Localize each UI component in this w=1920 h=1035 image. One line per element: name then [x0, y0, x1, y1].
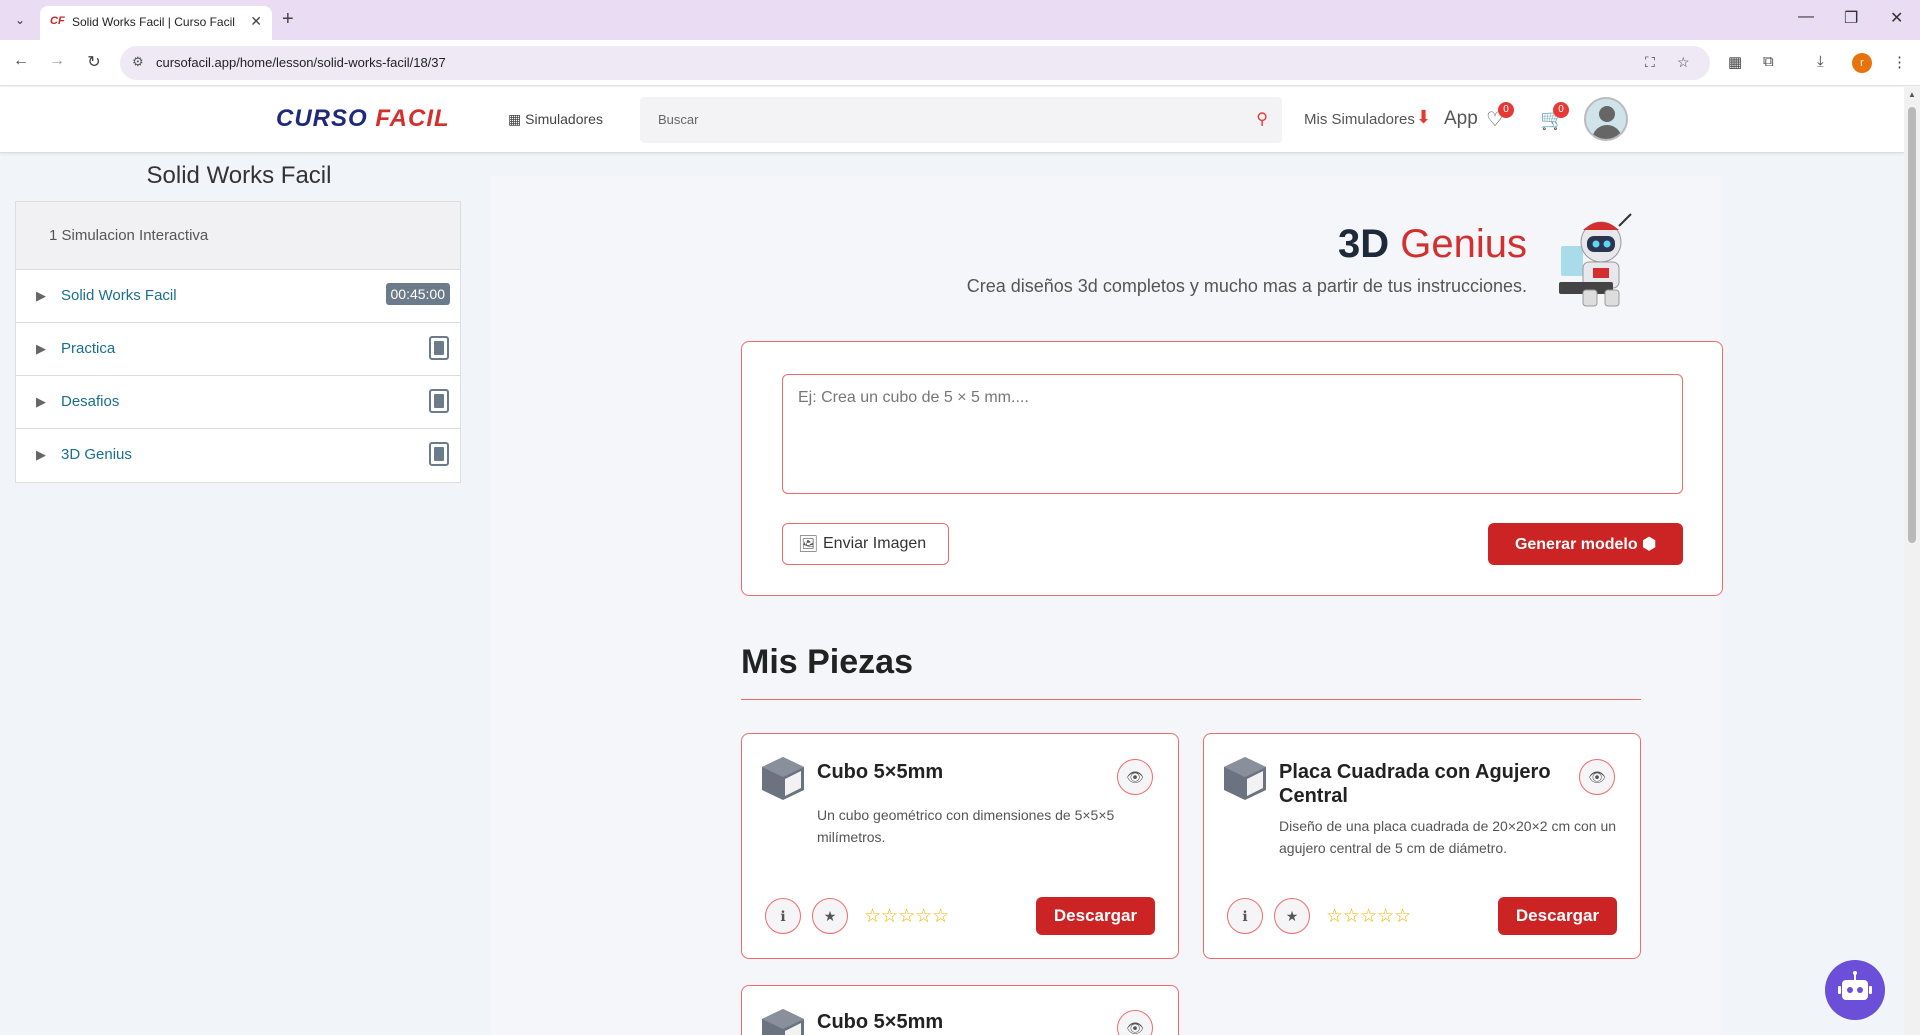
download-button[interactable]: Descargar: [1036, 897, 1155, 935]
search-placeholder: Buscar: [658, 112, 699, 127]
site-logo[interactable]: CURSO FACIL: [276, 105, 450, 133]
site-header: CURSO FACIL ▦ Simuladores Buscar ⚲ Mis S…: [0, 87, 1904, 153]
info-icon[interactable]: ℹ: [1227, 898, 1263, 934]
prompt-textarea[interactable]: [782, 374, 1683, 494]
simuladores-link[interactable]: ▦ Simuladores: [508, 111, 603, 128]
grid-icon: ▦: [508, 111, 526, 127]
sidebar-item-practica[interactable]: ▶ Practica: [16, 323, 460, 376]
chatbot-button[interactable]: [1825, 960, 1885, 1020]
site-info-icon[interactable]: ⚙: [132, 54, 144, 70]
rating-stars[interactable]: ☆☆☆☆☆: [864, 905, 949, 928]
course-title: Solid Works Facil: [146, 162, 332, 189]
piece-card: Placa Cuadrada con Agujero Central Diseñ…: [1203, 733, 1641, 959]
lesson-sidebar: 1 Simulacion Interactiva ▶ Solid Works F…: [15, 201, 461, 483]
generator-card: 🖼Enviar Imagen Generar modelo ⬢: [741, 341, 1723, 596]
sidebar-item-label: Practica: [61, 340, 116, 357]
rating-stars[interactable]: ☆☆☆☆☆: [1326, 905, 1411, 928]
browser-tab-active[interactable]: CF Solid Works Facil | Curso Facil ✕: [40, 6, 272, 40]
piece-description: Un cubo geométrico con dimensiones de 5×…: [817, 807, 1115, 845]
close-window-icon[interactable]: ✕: [1890, 8, 1903, 28]
duration-badge: 00:45:00: [385, 283, 450, 305]
downloads-icon[interactable]: ⤓: [1817, 53, 1824, 70]
bookmark-star-icon[interactable]: ☆: [1677, 54, 1690, 71]
document-icon: [429, 389, 449, 413]
address-bar[interactable]: ⚙ cursofacil.app/home/lesson/solid-works…: [120, 46, 1710, 80]
close-tab-icon[interactable]: ✕: [250, 13, 262, 30]
sidebar-item-3d-genius[interactable]: ▶ 3D Genius: [16, 429, 460, 482]
image-icon: 🖼: [798, 536, 819, 553]
play-arrow-icon: ▶: [36, 447, 46, 462]
translate-icon[interactable]: ⛶: [1645, 54, 1655, 71]
piece-card: Cubo 5×5mm Un cubo geométrico con dimens…: [741, 733, 1179, 959]
favicon: CF: [50, 15, 65, 27]
search-input[interactable]: Buscar ⚲: [640, 97, 1282, 143]
cube-icon: [762, 1009, 804, 1035]
genius-title: 3D Genius: [1338, 222, 1527, 266]
play-arrow-icon: ▶: [36, 394, 46, 409]
view-eye-icon[interactable]: 👁: [1117, 759, 1153, 795]
forward-icon[interactable]: →: [46, 52, 68, 70]
app-link[interactable]: App: [1444, 108, 1478, 130]
robot-mascot-icon: [1559, 213, 1632, 307]
play-arrow-icon: ▶: [36, 288, 46, 303]
back-icon[interactable]: ←: [10, 52, 32, 70]
restore-icon[interactable]: ❐: [1844, 8, 1858, 28]
piece-card: Cubo 5×5mm 👁: [741, 985, 1179, 1035]
pieces-heading: Mis Piezas: [741, 643, 913, 681]
extensions-icon[interactable]: ⧉: [1763, 53, 1774, 70]
url-text: cursofacil.app/home/lesson/solid-works-f…: [156, 55, 446, 70]
minimize-icon[interactable]: —: [1798, 8, 1814, 26]
scroll-thumb[interactable]: [1908, 107, 1916, 543]
mis-simuladores-link[interactable]: Mis Simuladores: [1304, 111, 1415, 128]
robot-icon: [1838, 971, 1872, 1000]
piece-name: Placa Cuadrada con Agujero Central: [1279, 761, 1551, 807]
divider: [741, 699, 1641, 700]
cart-badge: 0: [1553, 102, 1569, 118]
download-app-icon[interactable]: ⬇: [1416, 107, 1431, 128]
piece-description: Diseño de una placa cuadrada de 20×20×2 …: [1279, 818, 1617, 856]
tab-search-chevron-icon[interactable]: ⌄: [10, 10, 30, 30]
send-image-button[interactable]: 🖼 Enviar Imagen: [782, 523, 949, 565]
profile-avatar[interactable]: r: [1852, 53, 1872, 73]
generate-model-button[interactable]: Generar modelo ⬢: [1488, 523, 1683, 565]
piece-name: Cubo 5×5mm: [817, 761, 944, 783]
play-arrow-icon: ▶: [36, 341, 46, 356]
reload-icon[interactable]: ↻: [83, 52, 105, 72]
genius-subtitle: Crea diseños 3d completos y mucho mas a …: [966, 276, 1527, 296]
info-icon[interactable]: ℹ: [765, 898, 801, 934]
cube-icon: [1224, 757, 1266, 800]
document-icon: [429, 442, 449, 466]
browser-toolbar: ← → ↻ ⚙ cursofacil.app/home/lesson/solid…: [0, 40, 1920, 86]
favorites-badge: 0: [1498, 102, 1514, 118]
page-scrollbar[interactable]: ▲: [1904, 87, 1920, 1035]
new-tab-icon[interactable]: +: [282, 8, 294, 31]
tab-title: Solid Works Facil | Curso Facil: [72, 15, 235, 29]
cube-icon: [762, 757, 804, 800]
favorite-star-icon[interactable]: ★: [1274, 898, 1310, 934]
scroll-up-arrow-icon[interactable]: ▲: [1908, 90, 1916, 99]
sidebar-item-label: Desafios: [61, 393, 120, 410]
sidebar-item-desafios[interactable]: ▶ Desafios: [16, 376, 460, 429]
search-icon[interactable]: ⚲: [1256, 109, 1268, 129]
download-button[interactable]: Descargar: [1498, 897, 1617, 935]
document-icon: [429, 336, 449, 360]
sidebar-item-label: 3D Genius: [61, 446, 132, 463]
view-eye-icon[interactable]: 👁: [1117, 1010, 1153, 1035]
sidebar-item-label: Solid Works Facil: [61, 287, 177, 304]
view-eye-icon[interactable]: 👁: [1579, 759, 1615, 795]
browser-tabbar: ⌄ CF Solid Works Facil | Curso Facil ✕ +…: [0, 0, 1920, 40]
section-title[interactable]: 1 Simulacion Interactiva: [16, 202, 460, 270]
qr-code-icon[interactable]: ▦: [1728, 53, 1742, 71]
piece-name: Cubo 5×5mm: [817, 1011, 944, 1033]
user-avatar[interactable]: [1584, 97, 1628, 141]
sidebar-item-solid-works-facil[interactable]: ▶ Solid Works Facil 00:45:00: [16, 270, 460, 323]
cube-icon: ⬢: [1642, 536, 1657, 553]
favorite-star-icon[interactable]: ★: [812, 898, 848, 934]
browser-menu-icon[interactable]: ⋮: [1892, 53, 1907, 71]
